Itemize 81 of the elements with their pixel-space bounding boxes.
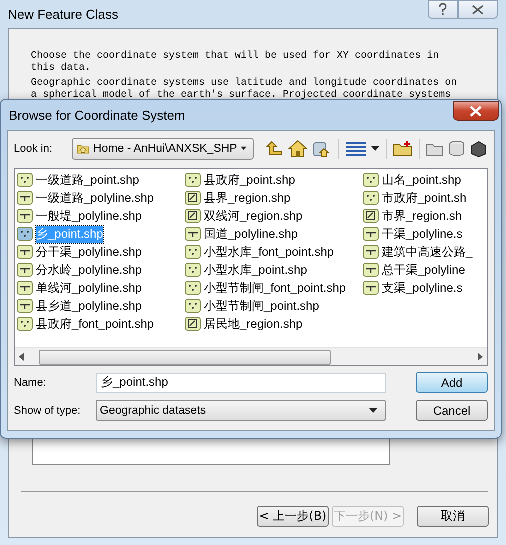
line-layer-icon: [363, 281, 379, 295]
instruction-text: Choose the coordinate system that will be used for XY coordinates in this data.: [31, 51, 440, 75]
file-item[interactable]: 一级道路_polyline.shp: [17, 189, 156, 207]
caret-icon[interactable]: [371, 146, 380, 151]
line-layer-icon: [363, 227, 379, 241]
right-arrow-icon[interactable]: [477, 352, 483, 360]
look-in-dropdown[interactable]: Home - AnHui\ANXSK_SHP: [72, 138, 254, 160]
file-item[interactable]: 支渠_polyline.s: [363, 279, 465, 297]
file-item[interactable]: 分干渠_polyline.shp: [17, 243, 144, 261]
file-item[interactable]: 小型水库_font_point.shp: [185, 243, 336, 261]
file-item[interactable]: 居民地_region.shp: [185, 315, 305, 333]
name-field[interactable]: 乡_point.shp: [96, 372, 386, 392]
caret-icon: [369, 408, 378, 413]
line-layer-icon: [17, 281, 33, 295]
close-button[interactable]: [453, 101, 499, 121]
file-item[interactable]: 山名_point.shp: [363, 171, 464, 189]
file-item[interactable]: 一般堤_polyline.shp: [17, 207, 144, 225]
line-layer-icon: [17, 299, 33, 313]
line-layer-icon: [185, 227, 201, 241]
file-item[interactable]: 市界_region.sh: [363, 207, 464, 225]
file-item[interactable]: 县界_region.shp: [185, 189, 293, 207]
point-layer-icon: [363, 191, 379, 205]
file-item[interactable]: 国道_polyline.shp: [185, 225, 300, 243]
window-title: New Feature Class: [8, 6, 119, 22]
line-layer-icon: [17, 191, 33, 205]
file-item[interactable]: 小型节制闸_point.shp: [185, 297, 322, 315]
instruction-text: Geographic coordinate systems use latitude and longitude coordinates on a spherical model of the earth's surface. Projected coordinate systems: [31, 78, 458, 102]
close-button[interactable]: [458, 0, 498, 19]
wizard-button[interactable]: < 上一步(B): [257, 506, 329, 527]
point-layer-icon: [17, 317, 33, 331]
point-layer-icon: [17, 227, 33, 241]
help-button[interactable]: [428, 0, 458, 19]
point-layer-icon: [185, 299, 201, 313]
close-icon: [469, 106, 483, 116]
horizontal-scrollbar[interactable]: [15, 347, 487, 365]
file-item[interactable]: 市政府_point.sh: [363, 189, 469, 207]
file-item[interactable]: 干渠_polyline.s: [363, 225, 465, 243]
file-item[interactable]: 一级道路_point.shp: [17, 171, 142, 189]
dialog-button[interactable]: Cancel: [416, 400, 488, 421]
caret-icon: [241, 146, 247, 151]
type-label: Show of type:: [14, 404, 82, 416]
up-arrow-icon[interactable]: [264, 140, 284, 158]
help-icon: [438, 3, 448, 16]
file-item[interactable]: 小型节制闸_font_point.shp: [185, 279, 348, 297]
wizard-button[interactable]: 取消: [417, 506, 489, 527]
dialog-title: Browse for Coordinate System: [9, 108, 186, 122]
file-item[interactable]: 建筑中高速公路_: [363, 243, 475, 261]
close-icon: [472, 4, 484, 14]
file-item[interactable]: 县政府_point.shp: [185, 171, 298, 189]
point-layer-icon: [185, 263, 201, 277]
line-layer-icon: [363, 263, 379, 277]
polygon-layer-icon: [185, 191, 201, 205]
left-arrow-icon[interactable]: [19, 352, 25, 360]
look-in-label: Look in:: [14, 142, 54, 154]
file-item[interactable]: 总干渠_polyline: [363, 261, 468, 279]
line-layer-icon: [17, 209, 33, 223]
file-item[interactable]: 单线河_polyline.shp: [17, 279, 144, 297]
point-layer-icon: [185, 173, 201, 187]
polygon-layer-icon: [185, 317, 201, 331]
line-layer-icon: [363, 245, 379, 259]
point-layer-icon: [17, 173, 33, 187]
point-layer-icon: [185, 245, 201, 259]
type-dropdown[interactable]: Geographic datasets: [96, 400, 386, 421]
file-item[interactable]: 分水岭_polyline.shp: [17, 261, 144, 279]
file-item[interactable]: 双线河_region.shp: [185, 207, 305, 225]
point-layer-icon: [363, 173, 379, 187]
line-layer-icon: [17, 245, 33, 259]
database-icon[interactable]: [448, 140, 466, 158]
file-item[interactable]: 县乡道_polyline.shp: [17, 297, 144, 315]
file-item[interactable]: 小型水库_point.shp: [185, 261, 310, 279]
line-layer-icon: [17, 263, 33, 277]
name-label: Name:: [14, 376, 48, 388]
file-item[interactable]: 县政府_font_point.shp: [17, 315, 156, 333]
polygon-layer-icon: [363, 209, 379, 223]
database-home-icon[interactable]: [312, 140, 332, 158]
list-view-icon[interactable]: [345, 140, 367, 158]
home-icon[interactable]: [288, 140, 308, 158]
new-folder-icon[interactable]: [393, 140, 413, 158]
point-layer-icon: [185, 281, 201, 295]
dialog-button[interactable]: Add: [416, 372, 488, 393]
polygon-layer-icon: [185, 209, 201, 223]
